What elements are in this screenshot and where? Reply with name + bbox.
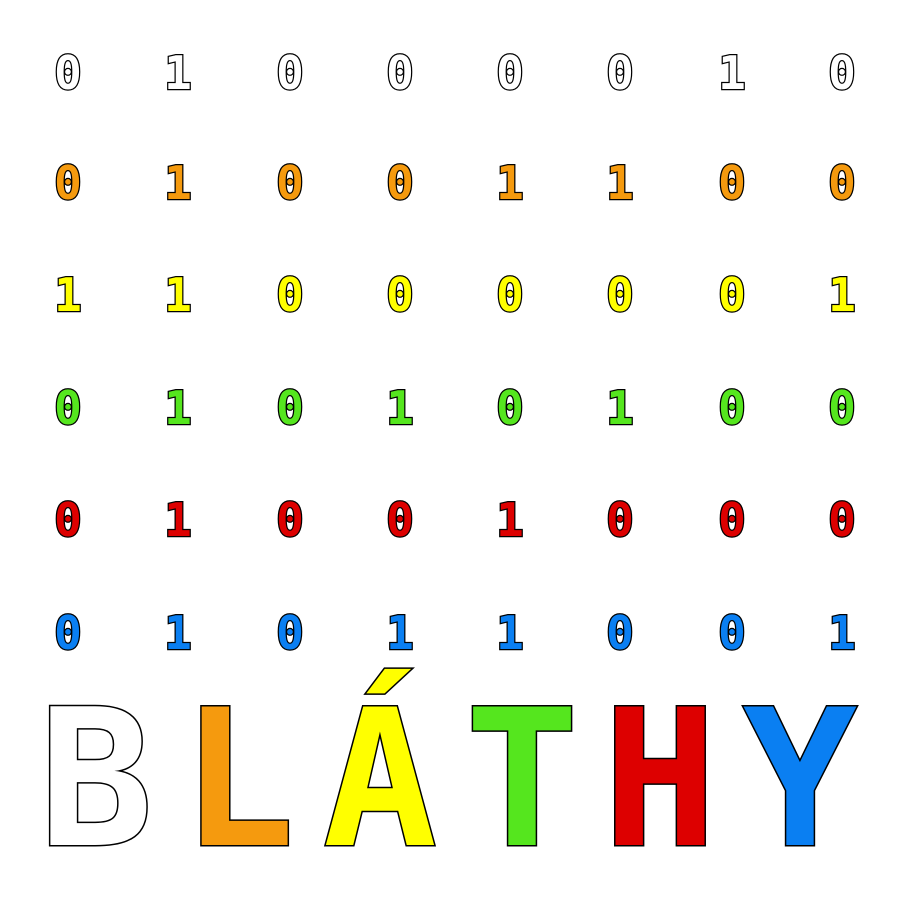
wordmark-letter: H bbox=[601, 669, 718, 890]
bit-digit: 0 bbox=[605, 45, 635, 102]
bit-digit: 0 bbox=[53, 605, 83, 662]
bit-digit: 1 bbox=[163, 605, 193, 662]
bit-digit: 0 bbox=[827, 380, 857, 437]
bit-digit: 0 bbox=[53, 45, 83, 102]
bit-digit: 1 bbox=[163, 45, 193, 102]
bit-digit: 0 bbox=[717, 605, 747, 662]
bit-digit: 0 bbox=[495, 380, 525, 437]
bit-digit: 0 bbox=[275, 605, 305, 662]
wordmark-letter: Y bbox=[741, 669, 858, 890]
bit-digit: 0 bbox=[275, 267, 305, 324]
bit-digit: 0 bbox=[717, 155, 747, 212]
bit-digit: 1 bbox=[163, 155, 193, 212]
bit-digit: 1 bbox=[163, 267, 193, 324]
bit-digit: 0 bbox=[605, 605, 635, 662]
wordmark-letter: Á bbox=[321, 669, 438, 890]
wordmark-letter: T bbox=[463, 669, 580, 890]
bit-digit: 0 bbox=[275, 155, 305, 212]
bit-digit: 0 bbox=[495, 45, 525, 102]
bit-digit: 0 bbox=[495, 267, 525, 324]
bit-digit: 0 bbox=[53, 380, 83, 437]
bit-digit: 0 bbox=[385, 45, 415, 102]
wordmark-letter: B bbox=[37, 669, 154, 890]
pixel-art-canvas: 0 1 0 0 0 0 1 0 0 1 0 0 1 1 0 0 1 1 0 0 0 0 0 1 0 1 0 1 0 1 0 0 0 1 0 0 1 0 0 0… bbox=[0, 0, 900, 900]
bit-digit: 0 bbox=[717, 380, 747, 437]
bit-digit: 0 bbox=[385, 492, 415, 549]
bit-digit: 0 bbox=[385, 155, 415, 212]
bit-digit: 0 bbox=[385, 267, 415, 324]
bit-digit: 1 bbox=[385, 605, 415, 662]
bit-digit: 1 bbox=[53, 267, 83, 324]
bit-digit: 1 bbox=[163, 380, 193, 437]
bit-digit: 1 bbox=[717, 45, 747, 102]
bit-digit: 1 bbox=[605, 380, 635, 437]
bit-digit: 0 bbox=[827, 45, 857, 102]
bit-digit: 1 bbox=[163, 492, 193, 549]
bit-digit: 0 bbox=[827, 155, 857, 212]
bit-digit: 0 bbox=[275, 380, 305, 437]
bit-digit: 1 bbox=[495, 492, 525, 549]
bit-digit: 0 bbox=[275, 45, 305, 102]
bit-digit: 1 bbox=[605, 155, 635, 212]
bit-digit: 0 bbox=[717, 267, 747, 324]
bit-digit: 1 bbox=[495, 155, 525, 212]
bit-digit: 0 bbox=[53, 155, 83, 212]
bit-digit: 1 bbox=[385, 380, 415, 437]
wordmark-letter: L bbox=[179, 669, 296, 890]
bit-digit: 0 bbox=[53, 492, 83, 549]
bit-digit: 1 bbox=[827, 605, 857, 662]
bit-digit: 0 bbox=[605, 267, 635, 324]
bit-digit: 0 bbox=[605, 492, 635, 549]
bit-digit: 0 bbox=[275, 492, 305, 549]
bit-digit: 0 bbox=[717, 492, 747, 549]
bit-digit: 0 bbox=[827, 492, 857, 549]
bit-digit: 1 bbox=[827, 267, 857, 324]
bit-digit: 1 bbox=[495, 605, 525, 662]
